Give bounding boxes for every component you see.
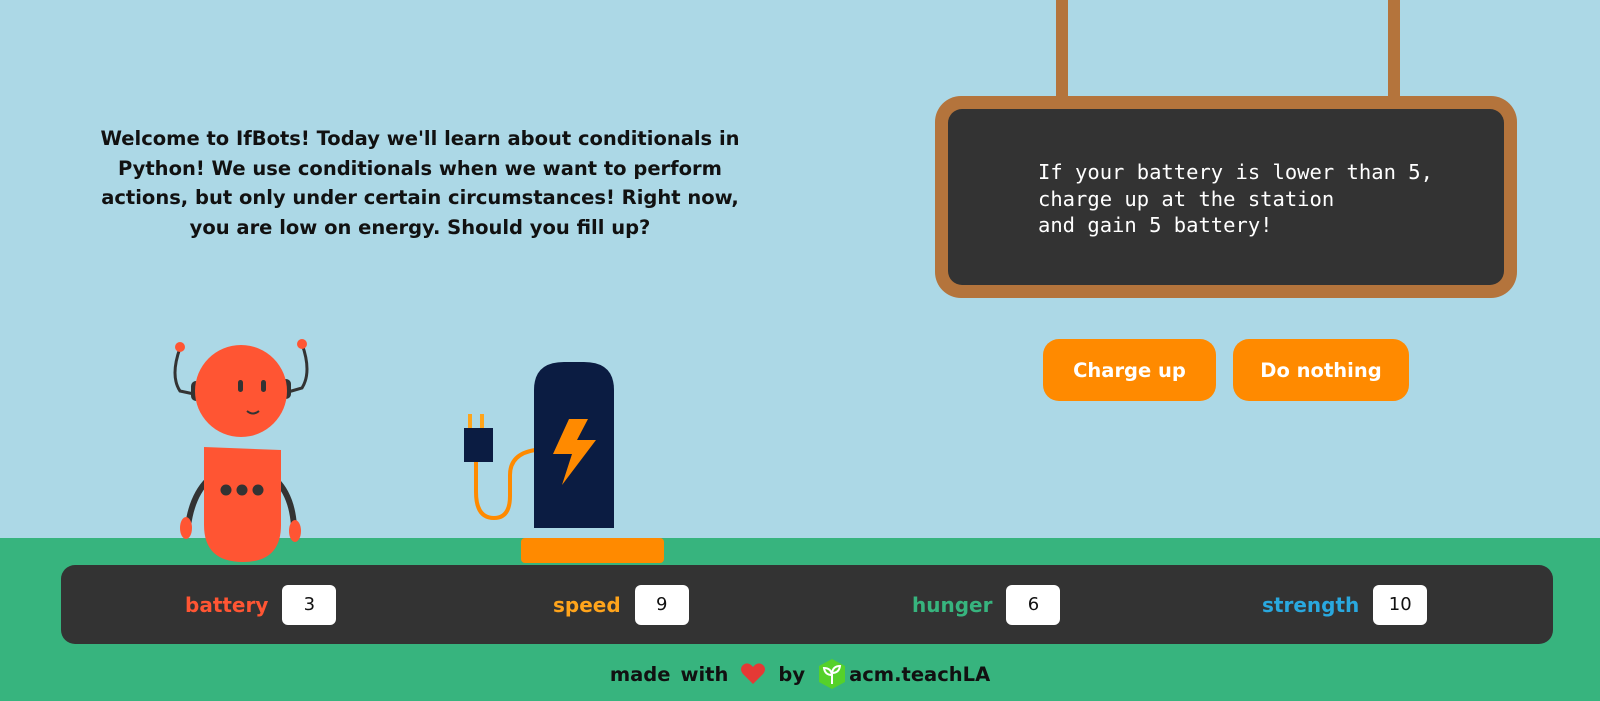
robot-antenna-tip-left — [175, 342, 185, 352]
acm-teachla-link[interactable]: acm.teachLA — [815, 657, 990, 691]
stat-strength: strength — [1262, 565, 1428, 644]
intro-text: Welcome to IfBots! Today we'll learn abo… — [100, 127, 740, 239]
charge-up-button[interactable]: Charge up — [1043, 339, 1216, 401]
game-scene: Welcome to IfBots! Today we'll learn abo… — [0, 0, 1600, 701]
speed-value-field[interactable] — [634, 584, 689, 625]
battery-value-field[interactable] — [282, 584, 337, 625]
footer-by: by — [778, 662, 806, 686]
stat-label: battery — [185, 592, 269, 617]
robot-dot — [252, 484, 264, 496]
robot-hand-right — [289, 520, 301, 542]
robot-antenna-tip-right — [297, 339, 307, 349]
robot-eye-left — [238, 380, 243, 392]
robot-body — [204, 447, 281, 562]
footer-made: made — [609, 662, 671, 686]
sign-line: charge up at the station — [1038, 186, 1335, 211]
sign-board: If your battery is lower than 5, charge … — [948, 109, 1504, 285]
hanging-sign: If your battery is lower than 5, charge … — [935, 96, 1517, 298]
do-nothing-button[interactable]: Do nothing — [1233, 339, 1409, 401]
stats-bar: battery speed hunger strength — [61, 565, 1553, 644]
hunger-value-field[interactable] — [1006, 584, 1061, 625]
sign-rope-left — [1056, 0, 1068, 100]
heart-icon — [740, 662, 766, 686]
sign-line: and gain 5 battery! — [1038, 213, 1273, 237]
stat-battery: battery — [185, 565, 337, 644]
footer: made with by acm.teachLA — [0, 656, 1600, 692]
strength-value-field[interactable] — [1373, 584, 1428, 625]
robot-hand-left — [180, 517, 192, 539]
stat-speed: speed — [553, 565, 689, 644]
stat-label: strength — [1262, 592, 1360, 617]
sign-rope-right — [1388, 0, 1400, 100]
brand-name: acm.teachLA — [849, 662, 991, 686]
robot-dot — [236, 484, 248, 496]
plug-icon — [464, 414, 493, 462]
leaf-logo-icon — [819, 659, 846, 689]
sign-line: If your battery is lower than 5, — [1038, 160, 1433, 184]
stat-label: speed — [553, 592, 621, 617]
robot-character — [173, 339, 309, 562]
charging-station — [464, 362, 664, 563]
footer-with: with — [680, 662, 729, 686]
stat-hunger: hunger — [912, 565, 1061, 644]
station-base — [521, 538, 664, 563]
robot-dot — [220, 484, 232, 496]
stat-label: hunger — [912, 592, 993, 617]
robot-eye-right — [261, 380, 266, 392]
